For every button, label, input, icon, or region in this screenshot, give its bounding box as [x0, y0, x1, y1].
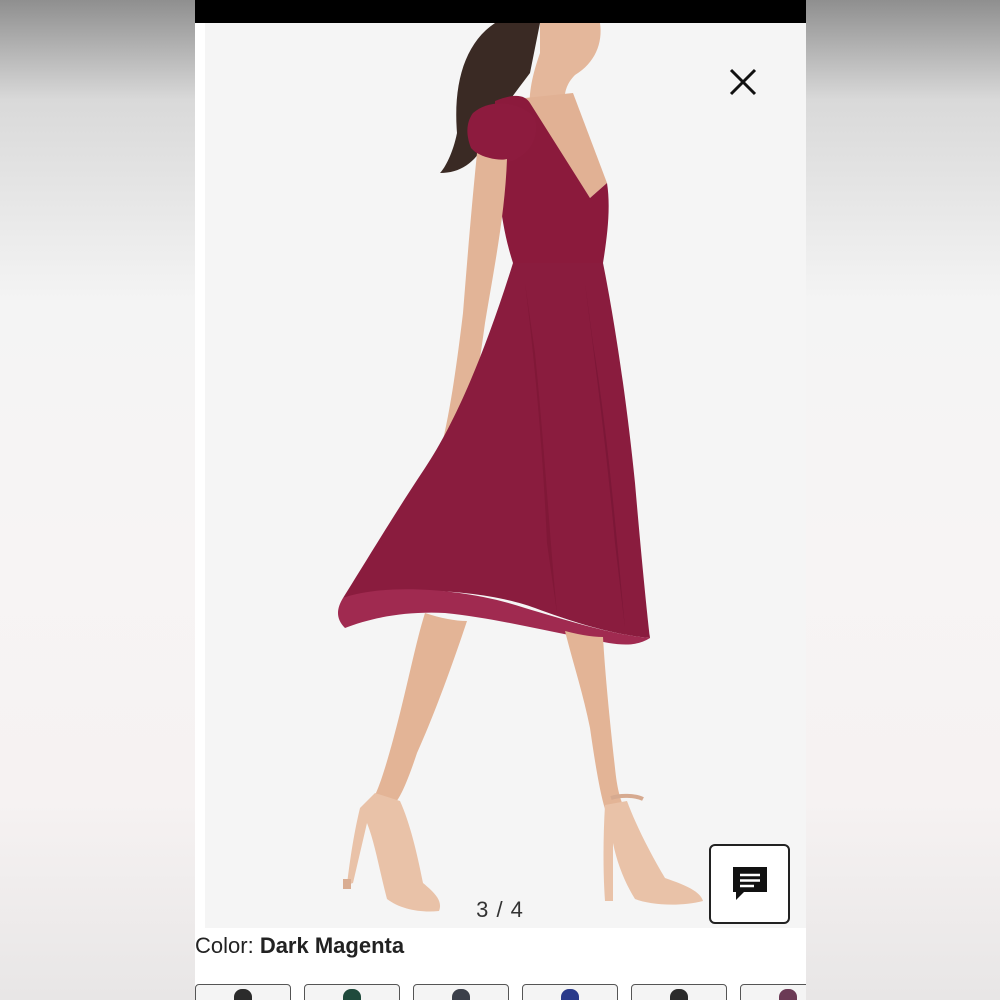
phone-screen: 3 / 4 Color: Dark Magenta [195, 0, 806, 1000]
color-swatch-5[interactable] [631, 984, 727, 1000]
close-button[interactable] [727, 66, 759, 98]
status-bar [195, 0, 806, 23]
backdrop-right [806, 0, 1000, 1000]
color-swatch-4[interactable] [522, 984, 618, 1000]
backdrop-left [0, 0, 195, 1000]
image-viewer[interactable]: 3 / 4 [195, 23, 806, 928]
swatch-thumbnail [561, 989, 579, 1000]
color-swatch-2[interactable] [304, 984, 400, 1000]
chat-button[interactable] [709, 844, 790, 924]
swatch-thumbnail [452, 989, 470, 1000]
chat-icon [732, 867, 767, 900]
close-icon [729, 68, 757, 96]
product-photo [195, 23, 806, 928]
color-swatch-3[interactable] [413, 984, 509, 1000]
viewer-edge [195, 23, 205, 928]
swatch-thumbnail [670, 989, 688, 1000]
color-selection-label: Color: Dark Magenta [195, 933, 404, 959]
color-swatch-row [195, 984, 806, 1000]
swatch-thumbnail [343, 989, 361, 1000]
color-value: Dark Magenta [259, 933, 405, 958]
color-swatch-6[interactable] [740, 984, 806, 1000]
color-label: Color: [195, 933, 254, 958]
swatch-thumbnail [779, 989, 797, 1000]
swatch-thumbnail [234, 989, 252, 1000]
color-swatch-1[interactable] [195, 984, 291, 1000]
image-counter: 3 / 4 [476, 897, 524, 922]
